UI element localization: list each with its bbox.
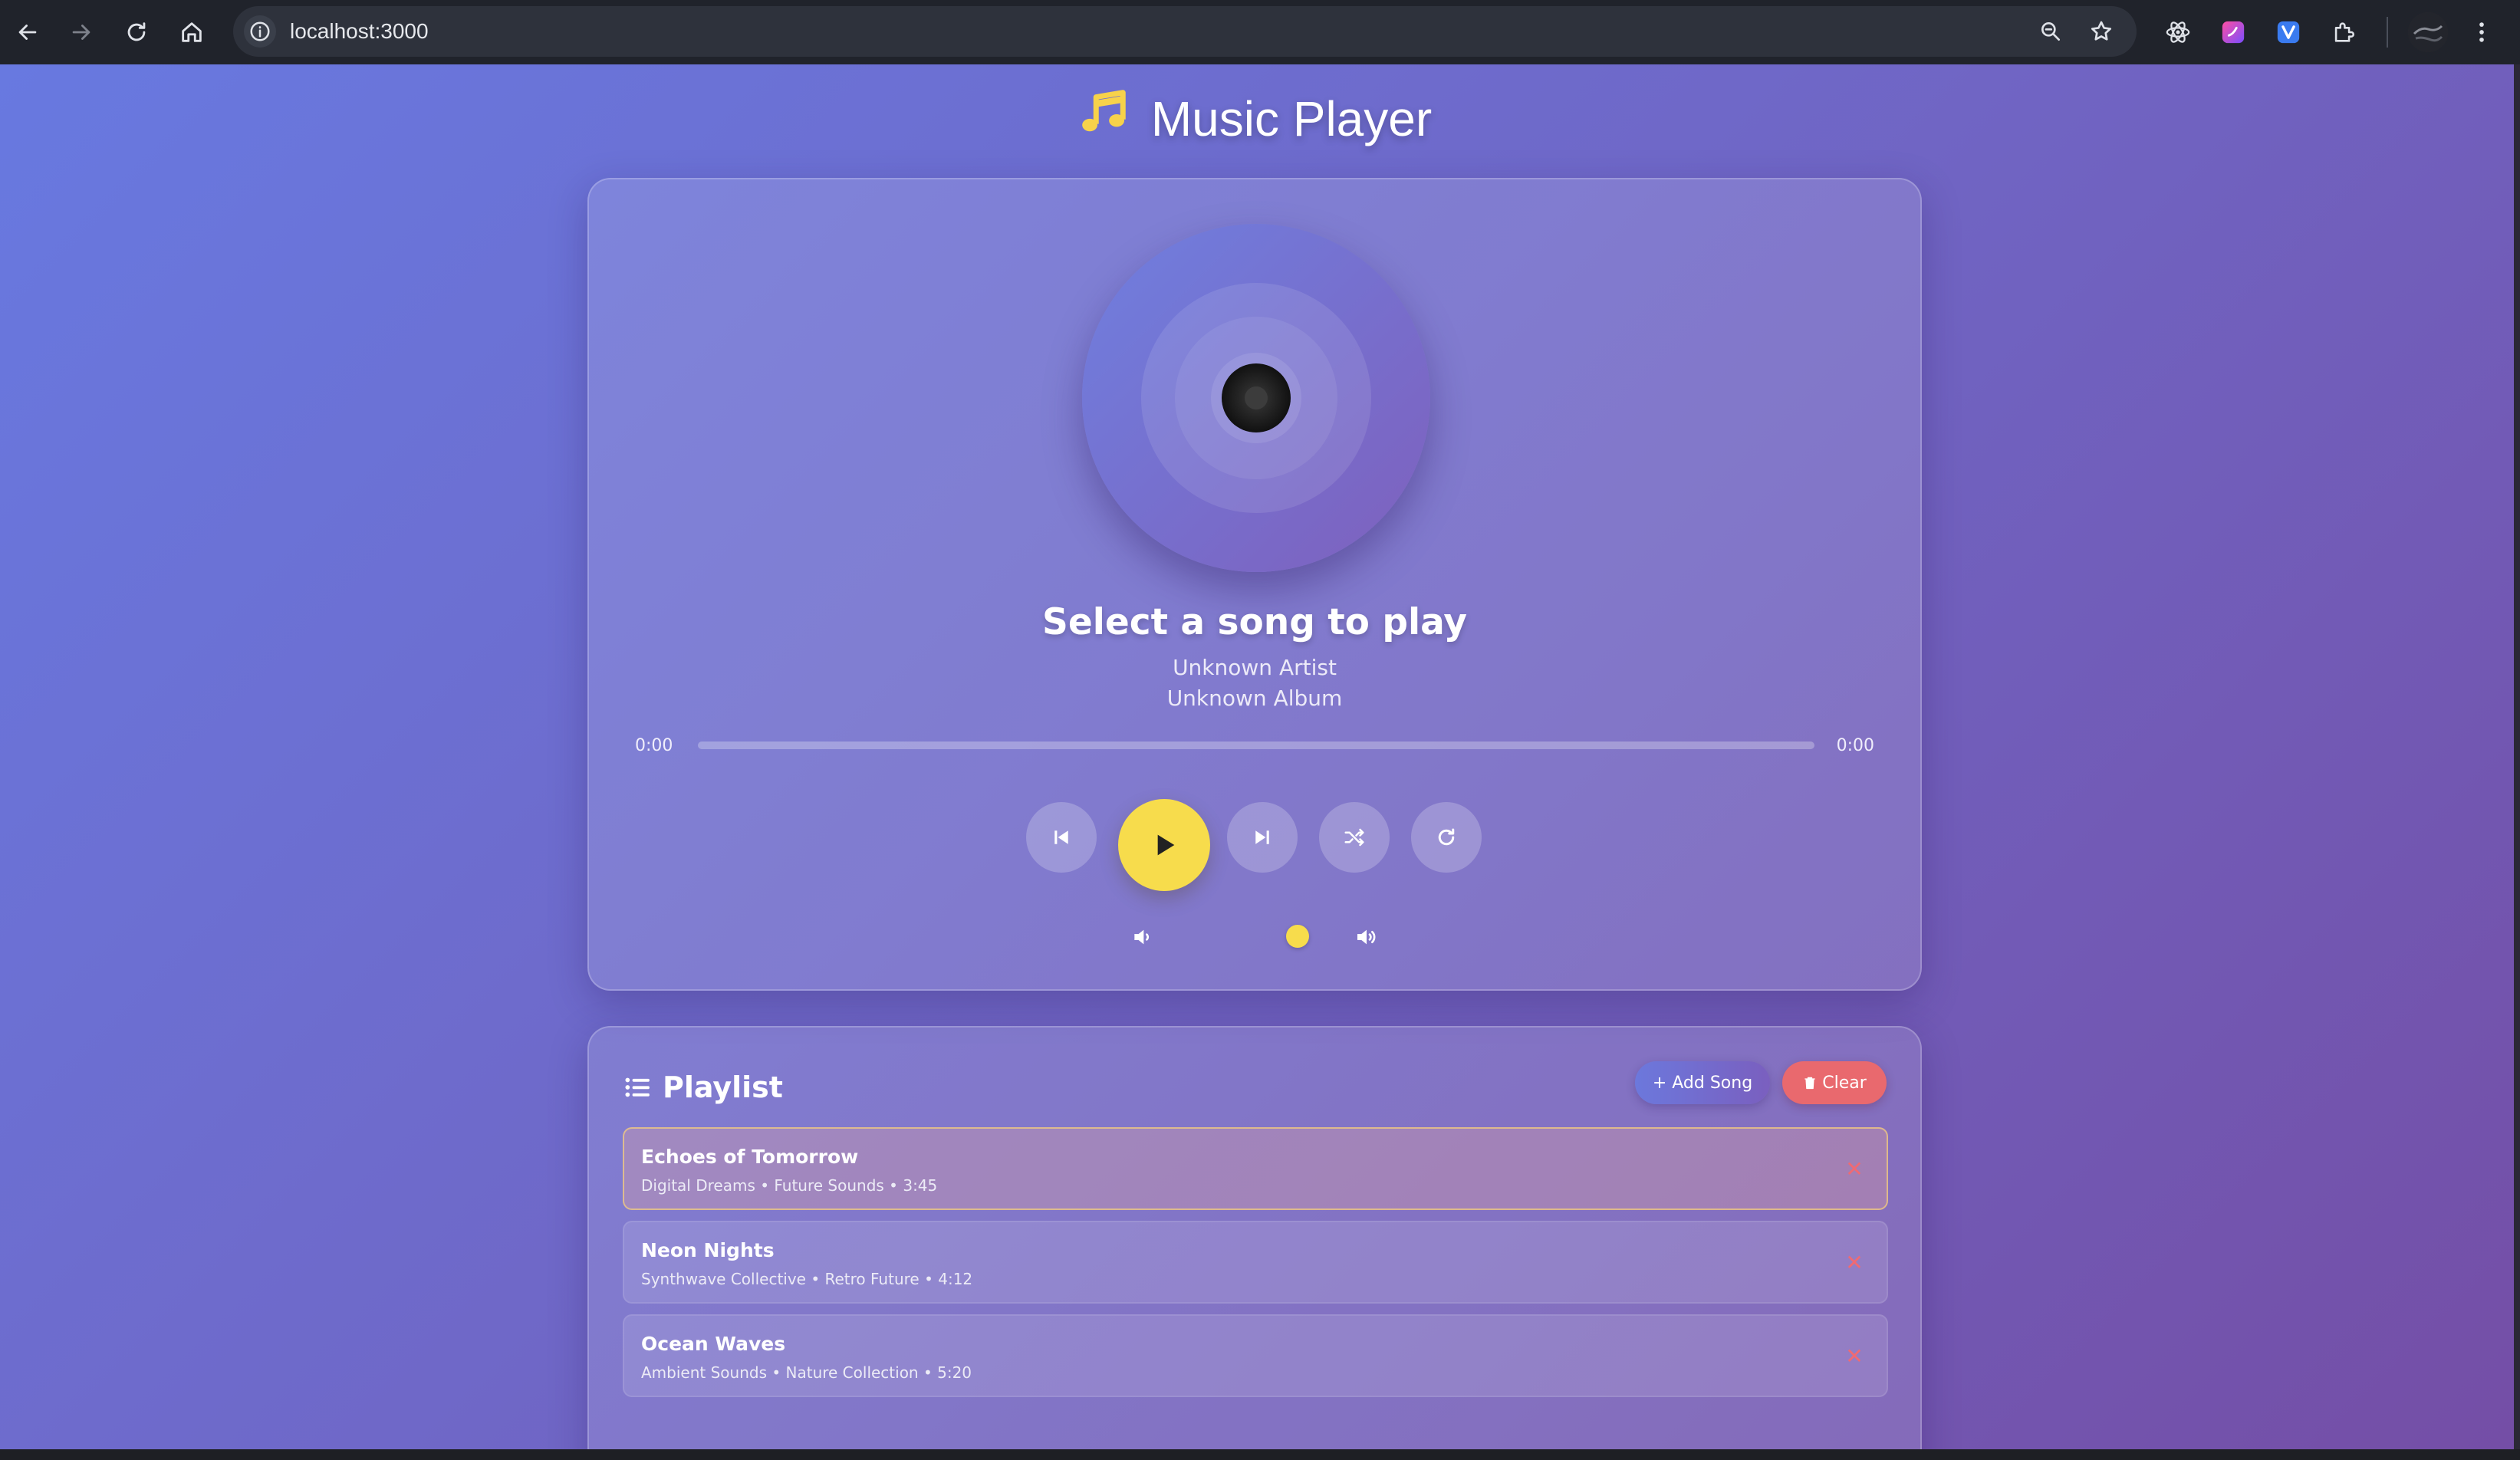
vinyl-spindle xyxy=(1245,386,1268,409)
app-header: Music Player xyxy=(0,86,2508,151)
add-song-label: + Add Song xyxy=(1652,1073,1753,1093)
play-button[interactable] xyxy=(1118,799,1210,891)
volume-up-icon[interactable] xyxy=(1351,922,1382,952)
vinyl-record xyxy=(1082,224,1430,572)
volume-slider[interactable] xyxy=(1238,925,1357,948)
playlist-item-meta: Digital Dreams • Future Sounds • 3:45 xyxy=(641,1176,938,1195)
playlist-heading: Playlist xyxy=(663,1070,783,1104)
total-time: 0:00 xyxy=(1836,736,1874,755)
playlist-item[interactable]: Ocean Waves Ambient Sounds • Nature Coll… xyxy=(623,1314,1888,1397)
current-time: 0:00 xyxy=(635,736,673,755)
playlist-item-title: Neon Nights xyxy=(641,1239,775,1261)
forward-icon[interactable] xyxy=(60,11,103,54)
repeat-icon xyxy=(1438,828,1455,846)
extension-v-icon[interactable] xyxy=(2268,12,2308,52)
react-devtools-icon[interactable] xyxy=(2158,12,2198,52)
previous-button[interactable] xyxy=(1026,802,1097,873)
playlist-item-meta: Ambient Sounds • Nature Collection • 5:2… xyxy=(641,1363,972,1382)
play-icon xyxy=(1157,834,1175,856)
address-bar[interactable]: localhost:3000 xyxy=(233,6,2137,57)
music-note-icon xyxy=(1076,86,1130,151)
playlist-item-title: Ocean Waves xyxy=(641,1333,786,1355)
now-playing-album: Unknown Album xyxy=(1166,686,1343,711)
remove-song-icon[interactable]: ✕ xyxy=(1841,1248,1868,1276)
volume-down-icon[interactable] xyxy=(1127,922,1158,952)
list-icon xyxy=(625,1077,650,1097)
playlist-item[interactable]: Echoes of Tomorrow Digital Dreams • Futu… xyxy=(623,1127,1888,1210)
bookmark-star-icon[interactable] xyxy=(2084,15,2118,48)
playlist-item[interactable]: Neon Nights Synthwave Collective • Retro… xyxy=(623,1221,1888,1304)
playlist-item-title: Echoes of Tomorrow xyxy=(641,1146,859,1168)
clear-label: Clear xyxy=(1822,1073,1867,1093)
window-bottom-border xyxy=(0,1449,2520,1460)
trash-icon xyxy=(1804,1077,1815,1090)
remove-song-icon[interactable]: ✕ xyxy=(1841,1155,1868,1182)
browser-menu-icon[interactable] xyxy=(2462,12,2502,52)
remove-song-icon[interactable]: ✕ xyxy=(1841,1342,1868,1370)
url-text[interactable]: localhost:3000 xyxy=(290,6,429,57)
reload-icon[interactable] xyxy=(115,11,158,54)
now-playing-title: Select a song to play xyxy=(1042,601,1467,643)
zoom-icon[interactable] xyxy=(2034,15,2068,48)
progress-bar[interactable] xyxy=(698,742,1814,749)
next-button[interactable] xyxy=(1227,802,1298,873)
back-icon[interactable] xyxy=(6,11,49,54)
extensions-puzzle-icon[interactable] xyxy=(2324,12,2364,52)
now-playing-artist: Unknown Artist xyxy=(1173,655,1337,680)
browser-toolbar: localhost:3000 xyxy=(0,0,2520,64)
toolbar-divider xyxy=(2387,17,2388,48)
profile-avatar[interactable] xyxy=(2408,12,2448,52)
shuffle-button[interactable] xyxy=(1319,802,1390,873)
extension-gradient-icon[interactable] xyxy=(2213,12,2253,52)
app-title: Music Player xyxy=(1150,90,1433,146)
app-page: Music Player Select a song to play Unkno… xyxy=(0,64,2520,1449)
playlist-card: Playlist + Add Song Clear Echoes of Tomo… xyxy=(587,1026,1922,1449)
playlist-item-meta: Synthwave Collective • Retro Future • 4:… xyxy=(641,1270,973,1288)
repeat-button[interactable] xyxy=(1411,802,1482,873)
playlist-header: Playlist xyxy=(623,1066,783,1109)
home-icon[interactable] xyxy=(170,11,213,54)
site-info-icon[interactable] xyxy=(244,15,276,48)
shuffle-icon xyxy=(1344,828,1364,847)
clear-playlist-button[interactable]: Clear xyxy=(1782,1061,1887,1104)
skip-back-icon xyxy=(1054,830,1068,844)
player-card: Select a song to play Unknown Artist Unk… xyxy=(587,178,1922,991)
skip-forward-icon xyxy=(1255,830,1269,844)
add-song-button[interactable]: + Add Song xyxy=(1635,1061,1770,1104)
window-edge xyxy=(2514,64,2520,1449)
volume-slider-thumb[interactable] xyxy=(1286,925,1309,948)
